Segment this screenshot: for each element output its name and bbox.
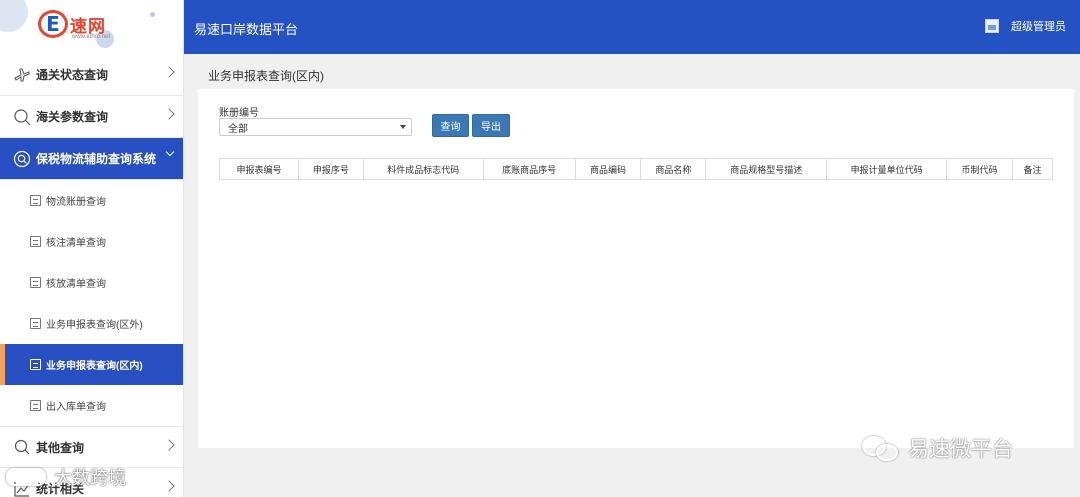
column-header[interactable]: 底账商品序号 [482,158,576,180]
page-title: 业务申报表查询(区内) [208,69,324,83]
column-header[interactable]: 商品规格型号描述 [705,158,828,180]
sub-label: 物流账册查询 [46,197,106,208]
chevron-right-icon [163,108,175,120]
form-icon [30,318,41,329]
list-icon [30,277,41,288]
sub-declaration-inside[interactable]: 业务申报表查询(区内) [0,344,183,385]
platform-title: 易速口岸数据平台 [194,22,299,37]
chevron-right-icon [163,439,175,451]
top-header: 易速口岸数据平台 超级管理员 [184,0,1080,54]
user-name[interactable]: 超级管理员 [1011,18,1066,34]
column-header[interactable]: 备注 [1011,158,1054,180]
menu-bonded-logistics[interactable]: 保税物流辅助查询系统 [0,138,183,180]
menu-label: 通关状态查询 [36,68,109,82]
sub-warehouse-order[interactable]: 出入库单查询 [0,385,183,426]
watermark-text: 大数跨境 [54,468,126,488]
watermark-left: 大数跨境 [6,464,126,490]
sub-label: 业务申报表查询(区内) [46,361,143,372]
column-header[interactable]: 商品编码 [574,158,642,180]
content-panel: 账册编号 全部 查询 导出 申报表编号 申报序号 料件成品标志代码 底账商品序号… [198,89,1074,448]
column-header[interactable]: 料件成品标志代码 [362,158,484,180]
airplane-icon [12,65,32,85]
logo-text: 速网 [70,16,106,36]
search-icon [12,437,32,457]
sub-release-list[interactable]: 核放清单查询 [0,262,183,303]
form-icon [30,359,41,370]
ledger-number-select[interactable]: 全部 [219,118,412,136]
logo-e-icon: E [38,10,68,38]
column-header[interactable]: 申报计量单位代码 [826,158,948,180]
logo-url: www.ethro.net [72,34,111,40]
sub-logistics-ledger[interactable]: 物流账册查询 [0,180,183,221]
caret-down-icon [400,125,406,129]
table-header-row: 申报表编号 申报序号 料件成品标志代码 底账商品序号 商品编码 商品名称 商品规… [219,158,1054,180]
ledger-number-label: 账册编号 [219,108,259,119]
menu-label: 其他查询 [36,440,85,455]
menu-customs-params[interactable]: 海关参数查询 [0,96,183,138]
decor-circle [150,12,155,17]
query-button[interactable]: 查询 [432,114,469,137]
ledger-icon [30,195,41,206]
chevron-right-icon [163,480,175,492]
sub-label: 核注清单查询 [46,238,106,249]
user-menu[interactable]: 超级管理员 [985,18,1066,34]
watermark-text: 易速微平台 [908,438,1013,461]
search-icon [12,107,32,127]
column-header[interactable]: 申报序号 [297,158,364,180]
sidebar: E 速网 www.ethro.net 通关状态查询 海关参数查询 保税物流辅助查… [0,0,184,497]
sub-label: 业务申报表查询(区外) [46,320,143,331]
column-header[interactable]: 商品名称 [640,158,707,180]
search-circle-icon [12,149,32,169]
sub-declaration-outside[interactable]: 业务申报表查询(区外) [0,303,183,344]
avatar-icon [985,19,999,33]
watermark-wechat: 易速微平台 [862,433,1013,463]
menu-customs-status[interactable]: 通关状态查询 [0,54,183,96]
decor-circle [0,0,28,32]
list-icon [30,236,41,247]
column-header[interactable]: 申报表编号 [219,158,299,180]
watermark-logo-icon [6,468,46,486]
export-button[interactable]: 导出 [472,114,510,137]
menu-other-query[interactable]: 其他查询 [0,426,183,468]
chevron-right-icon [163,66,175,78]
column-header[interactable]: 币制代码 [946,158,1013,180]
wechat-icon [862,434,902,462]
menu-label: 海关参数查询 [36,110,109,124]
select-value: 全部 [228,123,248,135]
logo: E 速网 www.ethro.net [0,0,183,54]
doc-icon [30,400,41,411]
sub-verification-list[interactable]: 核注清单查询 [0,221,183,262]
results-table: 申报表编号 申报序号 料件成品标志代码 底账商品序号 商品编码 商品名称 商品规… [219,158,1054,180]
sub-label: 核放清单查询 [46,279,106,290]
menu-label: 保税物流辅助查询系统 [36,152,157,166]
sub-label: 出入库单查询 [46,402,106,413]
chevron-down-icon [165,147,175,157]
